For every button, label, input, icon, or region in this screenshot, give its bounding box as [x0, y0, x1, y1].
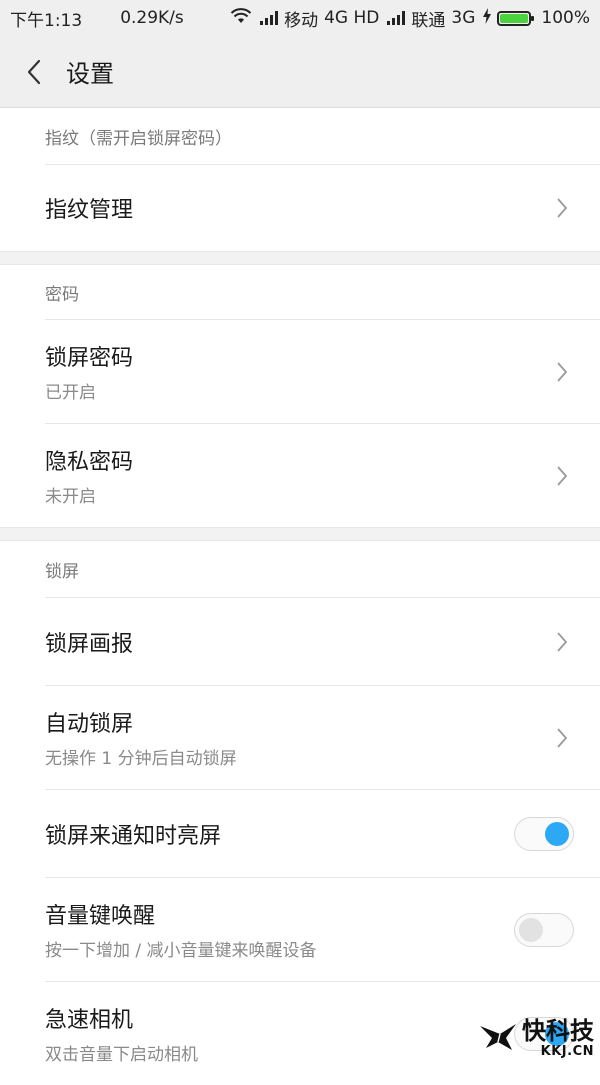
signal-icon [387, 11, 406, 25]
privacy-password-item[interactable]: 隐私密码 未开启 [45, 423, 600, 527]
item-title: 自动锁屏 [45, 712, 134, 737]
chevron-right-icon [556, 727, 568, 749]
item-subtitle: 未开启 [45, 487, 96, 507]
section-header-fingerprint: 指纹（需开启锁屏密码） [45, 128, 232, 149]
lock-screen-wallpaper-item[interactable]: 锁屏画报 [45, 597, 600, 685]
chevron-right-icon [556, 465, 568, 487]
section-fingerprint: 指纹（需开启锁屏密码） 指纹管理 [0, 108, 600, 251]
item-title: 锁屏密码 [45, 346, 134, 371]
chevron-right-icon [556, 631, 568, 653]
chevron-left-icon [27, 59, 41, 84]
app-header: 设置 [0, 36, 600, 108]
wake-on-notification-item: 锁屏来通知时亮屏 [45, 789, 600, 877]
chevron-right-icon [556, 197, 568, 219]
signal-icon [260, 11, 279, 25]
wifi-icon [230, 7, 252, 29]
auto-lock-item[interactable]: 自动锁屏 无操作 1 分钟后自动锁屏 [45, 685, 600, 789]
volume-key-wake-toggle[interactable] [514, 912, 574, 947]
volume-key-wake-item: 音量键唤醒 按一下增加 / 减小音量键来唤醒设备 [45, 877, 600, 981]
network-speed: 0.29K/s [120, 8, 184, 28]
bird-logo-icon [478, 1020, 518, 1058]
battery-icon [497, 10, 535, 26]
lock-screen-password-item[interactable]: 锁屏密码 已开启 [45, 319, 600, 423]
page-title: 设置 [66, 60, 114, 88]
network-type-2: 3G [451, 8, 476, 28]
section-divider [0, 251, 600, 265]
network-type-1: 4G HD [324, 8, 380, 28]
watermark-text: 快科技 [522, 1017, 594, 1045]
item-subtitle: 双击音量下启动相机 [45, 1045, 198, 1065]
chevron-right-icon [556, 361, 568, 383]
watermark-domain: KKJ.CN [540, 1044, 594, 1059]
battery-level: 100% [541, 8, 590, 28]
charging-icon [483, 7, 492, 29]
watermark: 快科技 KKJ.CN [478, 1019, 594, 1058]
item-title: 音量键唤醒 [45, 904, 156, 929]
back-button[interactable] [6, 36, 62, 108]
status-bar: 下午1:13 0.29K/s 移动 4G HD 联通 3G 100% [0, 0, 600, 36]
item-title: 指纹管理 [45, 198, 134, 223]
section-header-lockscreen: 锁屏 [45, 561, 79, 582]
carrier-1: 移动 [284, 10, 319, 31]
item-title: 隐私密码 [45, 450, 134, 475]
wake-on-notification-toggle[interactable] [514, 816, 574, 851]
carrier-2: 联通 [411, 10, 446, 31]
item-subtitle: 已开启 [45, 383, 96, 403]
section-divider [0, 527, 600, 541]
section-password: 密码 锁屏密码 已开启 隐私密码 未开启 [0, 265, 600, 527]
status-time: 下午1:13 [10, 10, 83, 31]
section-lockscreen: 锁屏 锁屏画报 自动锁屏 无操作 1 分钟后自动锁屏 锁屏来通知时亮屏 音量键唤… [0, 541, 600, 1085]
item-title: 锁屏画报 [45, 631, 134, 657]
item-subtitle: 无操作 1 分钟后自动锁屏 [45, 749, 237, 769]
item-title: 锁屏来通知时亮屏 [45, 823, 222, 849]
item-subtitle: 按一下增加 / 减小音量键来唤醒设备 [45, 941, 317, 961]
fingerprint-management-item[interactable]: 指纹管理 [45, 164, 600, 251]
section-header-password: 密码 [45, 284, 79, 305]
item-title: 急速相机 [45, 1008, 134, 1033]
